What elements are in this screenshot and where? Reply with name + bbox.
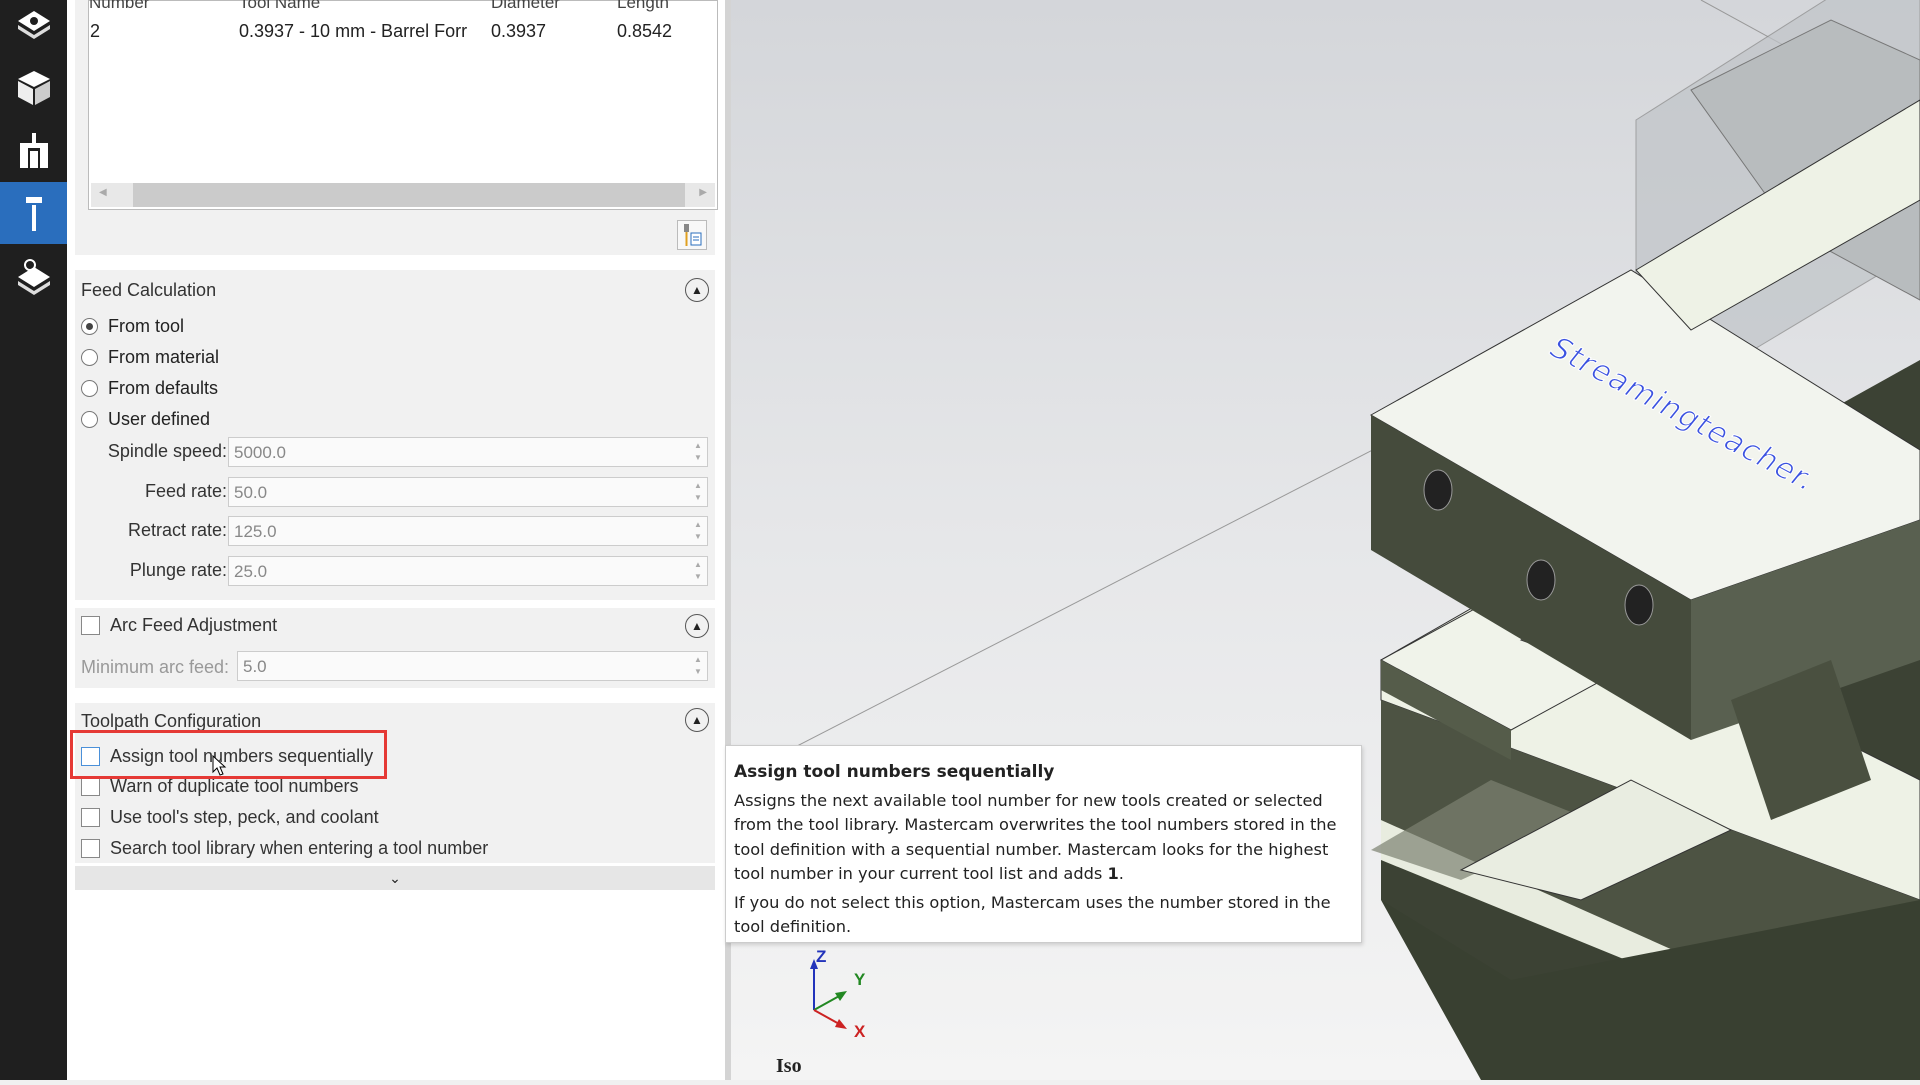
tooltip-body: Assigns the next available tool number f… xyxy=(734,789,1353,887)
scrollbar-thumb[interactable] xyxy=(133,183,685,207)
toolpaths-icon[interactable] xyxy=(0,0,67,54)
field-value: 5.0 xyxy=(243,657,267,676)
retract-rate-row: Retract rate: 125.0 ▲ ▼ xyxy=(75,516,715,546)
tooltip-title: Assign tool numbers sequentially xyxy=(734,762,1055,782)
field-label: Minimum arc feed: xyxy=(81,657,230,677)
spinner-icon[interactable]: ▲ ▼ xyxy=(691,559,705,583)
axis-label-y: Y xyxy=(854,970,866,989)
checkbox-label: Warn of duplicate tool numbers xyxy=(110,776,359,796)
tool-list-icon xyxy=(684,224,702,246)
feed-rate-input[interactable]: 50.0 ▲ ▼ xyxy=(228,477,708,507)
scroll-left-icon[interactable]: ◀ xyxy=(99,187,107,198)
field-label: Spindle speed: xyxy=(107,441,227,461)
arc-feed-section: Arc Feed Adjustment ▲ Minimum arc feed: … xyxy=(75,608,715,688)
solids-icon[interactable] xyxy=(0,56,67,118)
section-title: Feed Calculation xyxy=(81,280,217,300)
field-value: 5000.0 xyxy=(234,443,286,462)
collapse-icon[interactable]: ▲ xyxy=(685,708,709,732)
plunge-rate-row: Plunge rate: 25.0 ▲ ▼ xyxy=(75,556,715,586)
spinner-icon[interactable]: ▲ ▼ xyxy=(691,480,705,504)
retract-rate-input[interactable]: 125.0 ▲ ▼ xyxy=(228,516,708,546)
field-label: Retract rate: xyxy=(127,520,227,540)
view-name-label: Iso xyxy=(776,1055,802,1077)
cell-diameter: 0.3937 xyxy=(491,21,547,41)
checkbox-label: Arc Feed Adjustment xyxy=(110,615,278,635)
spindle-speed-row: Spindle speed: 5000.0 ▲ ▼ xyxy=(75,437,715,467)
mouse-cursor-icon xyxy=(212,755,227,776)
highlight-box xyxy=(70,730,387,779)
tool-list-section: Number Tool Name Diameter Length 2 0.393… xyxy=(75,0,718,255)
radio-label: From material xyxy=(108,347,220,367)
sidebar xyxy=(0,0,67,1080)
feed-rate-row: Feed rate: 50.0 ▲ ▼ xyxy=(75,477,715,507)
column-header[interactable]: Number xyxy=(89,0,149,13)
field-value: 125.0 xyxy=(234,522,277,541)
collapse-icon[interactable]: ▲ xyxy=(685,614,709,638)
toolpath-configuration-section: Toolpath Configuration ▲ Assign tool num… xyxy=(75,703,715,863)
tooltip-bold: 1 xyxy=(1107,864,1119,883)
axis-label-z: Z xyxy=(816,947,827,966)
search-tool-library-checkbox[interactable]: Search tool library when entering a tool… xyxy=(81,838,488,859)
radio-user-defined[interactable]: User defined xyxy=(81,409,210,430)
radio-from-material[interactable]: From material xyxy=(81,347,219,368)
minimum-arc-feed-input[interactable]: 5.0 ▲ ▼ xyxy=(237,651,708,681)
section-title: Toolpath Configuration xyxy=(81,711,262,731)
cell-length: 0.8542 xyxy=(617,21,673,41)
chevron-down-icon: ⌄ xyxy=(389,870,401,886)
spindle-speed-input[interactable]: 5000.0 ▲ ▼ xyxy=(228,437,708,467)
plunge-rate-input[interactable]: 25.0 ▲ ▼ xyxy=(228,556,708,586)
planes-icon[interactable] xyxy=(0,120,67,182)
axis-label-x: X xyxy=(854,1022,866,1041)
radio-label: From tool xyxy=(108,316,185,336)
field-value: 25.0 xyxy=(234,562,268,581)
spinner-icon[interactable]: ▲ ▼ xyxy=(691,440,705,464)
checkbox-label: Search tool library when entering a tool… xyxy=(110,838,489,858)
tooltip-note: If you do not select this option, Master… xyxy=(734,892,1331,937)
radio-label: User defined xyxy=(108,409,211,429)
spinner-icon[interactable]: ▲ ▼ xyxy=(691,519,705,543)
scroll-right-icon[interactable]: ▶ xyxy=(699,187,707,198)
tool-manager-button[interactable] xyxy=(677,220,707,250)
arc-feed-checkbox[interactable]: Arc Feed Adjustment xyxy=(81,615,277,636)
toolpath-tool-icon[interactable] xyxy=(0,182,67,244)
radio-from-defaults[interactable]: From defaults xyxy=(81,378,218,399)
field-label: Feed rate: xyxy=(144,481,227,501)
checkbox-label: Use tool's step, peck, and coolant xyxy=(110,807,379,827)
collapse-icon[interactable]: ▲ xyxy=(685,278,709,302)
tool-table: Number Tool Name Diameter Length 2 0.393… xyxy=(88,0,718,210)
tooltip-text: Assigns the next available tool number f… xyxy=(734,790,1337,884)
radio-label: From defaults xyxy=(108,378,219,398)
stock-icon[interactable] xyxy=(0,246,67,308)
column-header[interactable]: Diameter xyxy=(491,0,560,13)
cell-number: 2 xyxy=(90,21,101,41)
spinner-icon[interactable]: ▲ ▼ xyxy=(691,654,705,678)
feed-calculation-section: Feed Calculation ▲ From tool From materi… xyxy=(75,270,715,600)
horizontal-scrollbar[interactable]: ◀ ▶ xyxy=(91,183,715,207)
cell-tool-name: 0.3937 - 10 mm - Barrel Forr xyxy=(239,21,468,41)
warn-duplicate-checkbox[interactable]: Warn of duplicate tool numbers xyxy=(81,776,358,797)
column-header[interactable]: Length xyxy=(617,0,669,13)
field-value: 50.0 xyxy=(234,483,268,502)
toolpath-parameters-panel: Number Tool Name Diameter Length 2 0.393… xyxy=(67,0,725,1080)
radio-from-tool[interactable]: From tool xyxy=(81,316,184,337)
tooltip: Assign tool numbers sequentially Assigns… xyxy=(725,745,1362,943)
field-label: Plunge rate: xyxy=(129,560,227,580)
axis-triad-icon xyxy=(810,959,847,1029)
tooltip-text: . xyxy=(1118,864,1124,883)
column-header[interactable]: Tool Name xyxy=(239,0,320,13)
expand-more-button[interactable]: ⌄ xyxy=(75,866,715,890)
use-tool-step-checkbox[interactable]: Use tool's step, peck, and coolant xyxy=(81,807,379,828)
